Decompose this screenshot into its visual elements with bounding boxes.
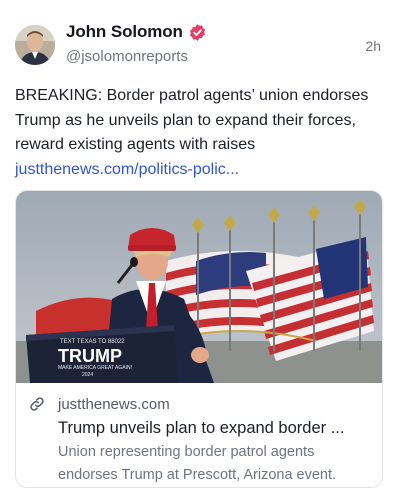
podium-line-3: MAKE AMERICA GREAT AGAIN!: [58, 365, 132, 371]
verified-badge-icon: [188, 23, 207, 42]
post-link[interactable]: justthenews.com/politics-polic...: [15, 161, 239, 178]
link-preview-card[interactable]: TEXT TEXAS TO 88022 TRUMP MAKE AMERICA G…: [15, 190, 383, 488]
avatar-image: [15, 25, 55, 65]
link-preview-domain-row: justthenews.com: [29, 393, 370, 415]
podium: TEXT TEXAS TO 88022 TRUMP MAKE AMERICA G…: [26, 325, 178, 383]
link-preview-meta[interactable]: justthenews.com Trump unveils plan to ex…: [29, 393, 370, 487]
link-preview-image[interactable]: TEXT TEXAS TO 88022 TRUMP MAKE AMERICA G…: [16, 191, 382, 383]
author-row: John Solomon: [66, 22, 207, 42]
link-icon: [29, 396, 45, 412]
post-text: BREAKING: Border patrol agents’ union en…: [15, 87, 369, 153]
post-body: BREAKING: Border patrol agents’ union en…: [15, 84, 383, 182]
link-preview-domain: justthenews.com: [58, 395, 170, 413]
podium-line-4: 2024: [82, 372, 93, 378]
podium-line-2: TRUMP: [58, 346, 122, 366]
avatar[interactable]: [15, 25, 55, 65]
podium-line-1: TEXT TEXAS TO 88022: [60, 339, 125, 345]
post[interactable]: John Solomon @jsolomonreports 2h BREAKIN…: [0, 0, 398, 500]
link-preview-title[interactable]: Trump unveils plan to expand border ...: [58, 417, 370, 439]
author-handle[interactable]: @jsolomonreports: [66, 48, 188, 65]
link-preview-description: Union representing border patrol agents …: [58, 444, 337, 483]
post-timestamp[interactable]: 2h: [365, 38, 381, 54]
author-display-name[interactable]: John Solomon: [66, 22, 183, 42]
